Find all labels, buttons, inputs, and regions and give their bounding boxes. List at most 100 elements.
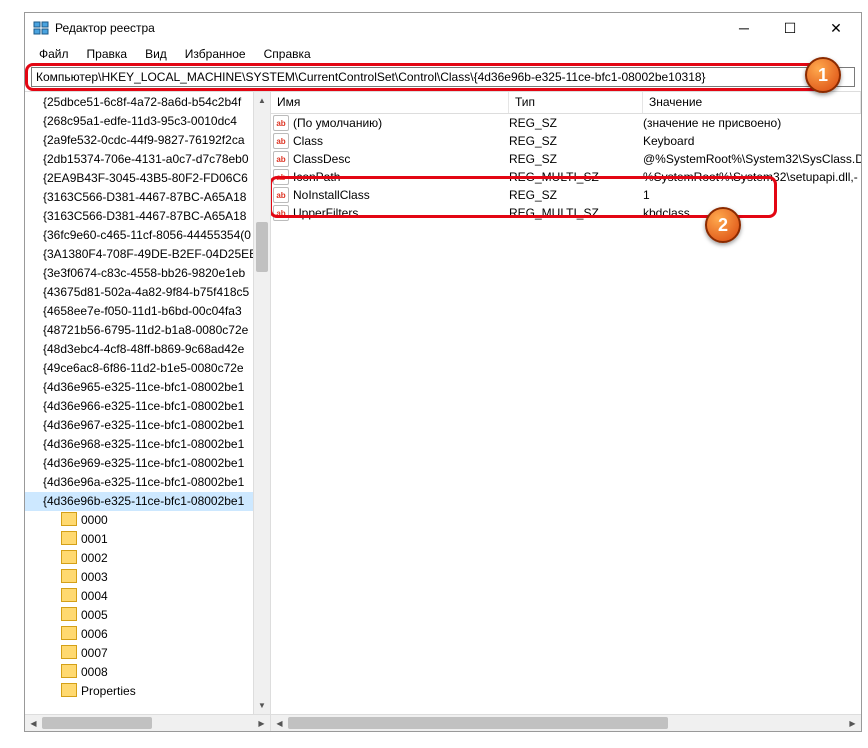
value-row[interactable]: ab Class REG_SZKeyboard [271,132,861,150]
scroll-up-icon[interactable]: ▲ [254,92,270,109]
tree-vscrollbar[interactable]: ▲ ▼ [253,92,270,714]
tree-item[interactable]: {4d36e96a-e325-11ce-bfc1-08002be1 [25,473,253,492]
value-type: REG_MULTI_SZ [509,206,643,220]
tree-item[interactable]: {2db15374-706e-4131-a0c7-d7c78eb0 [25,150,253,169]
value-type: REG_SZ [509,152,643,166]
tree-subfolder[interactable]: 0005 [25,606,253,625]
value-name: IconPath [293,170,340,184]
tree-item[interactable]: {25dbce51-6c8f-4a72-8a6d-b54c2b4f [25,93,253,112]
tree-list[interactable]: {25dbce51-6c8f-4a72-8a6d-b54c2b4f{268c95… [25,92,253,714]
value-type: REG_SZ [509,134,643,148]
tree-item[interactable]: {4d36e968-e325-11ce-bfc1-08002be1 [25,435,253,454]
maximize-button[interactable]: ☐ [767,14,813,42]
tree-hscroll-thumb[interactable] [42,717,152,729]
callout-2: 2 [705,207,741,243]
value-data: @%SystemRoot%\System32\SysClass.Dl [643,152,861,166]
window-title: Редактор реестра [55,21,721,35]
value-data: (значение не присвоено) [643,116,861,130]
tree-subfolder[interactable]: 0007 [25,644,253,663]
tree-item[interactable]: {3e3f0674-c83c-4558-bb26-9820e1eb [25,264,253,283]
tree-item[interactable]: {48721b56-6795-11d2-b1a8-0080c72e [25,321,253,340]
tree-item[interactable]: {4d36e966-e325-11ce-bfc1-08002be1 [25,397,253,416]
tree-item[interactable]: {4d36e96b-e325-11ce-bfc1-08002be1 [25,492,253,511]
value-name: (По умолчанию) [293,116,382,130]
values-panel: Имя Тип Значение ab(По умолчанию)REG_SZ(… [271,92,861,731]
tree-item[interactable]: {3163C566-D381-4467-87BC-A65A18 [25,188,253,207]
value-data: Keyboard [643,134,861,148]
addressbar-container [25,65,861,91]
tree-item[interactable]: {36fc9e60-c465-11cf-8056-44455354(0 [25,226,253,245]
values-header: Имя Тип Значение [271,92,861,114]
value-type: REG_MULTI_SZ [509,170,643,184]
tree-item[interactable]: {4d36e967-e325-11ce-bfc1-08002be1 [25,416,253,435]
value-name: Class [293,134,323,148]
tree-hscrollbar[interactable]: ◀ ▶ [25,714,270,731]
values-body[interactable]: ab(По умолчанию)REG_SZ(значение не присв… [271,114,861,714]
scroll-down-icon[interactable]: ▼ [254,697,270,714]
value-type: REG_SZ [509,116,643,130]
col-head-data[interactable]: Значение [643,92,861,113]
tree-vscroll-thumb[interactable] [256,222,268,272]
value-row[interactable]: ab (По умолчанию) REG_SZ(значение не присв… [271,114,861,132]
window-controls: ─ ☐ ✕ [721,14,859,42]
reg-string-icon: ab [273,115,289,131]
scroll-right-icon[interactable]: ▶ [844,715,861,731]
tree-item[interactable]: {4d36e969-e325-11ce-bfc1-08002be1 [25,454,253,473]
value-data: %SystemRoot%\System32\setupapi.dll,- [643,170,861,184]
menu-favorites[interactable]: Избранное [177,45,254,63]
callout-1: 1 [805,57,841,93]
titlebar: Редактор реестра ─ ☐ ✕ [25,13,861,43]
reg-string-icon: ab [273,187,289,203]
tree-item[interactable]: {268c95a1-edfe-11d3-95c3-0010dc4 [25,112,253,131]
menu-view[interactable]: Вид [137,45,175,63]
tree-item[interactable]: {3163C566-D381-4467-87BC-A65A18 [25,207,253,226]
col-head-type[interactable]: Тип [509,92,643,113]
tree-subfolder[interactable]: 0006 [25,625,253,644]
tree-subfolder[interactable]: 0003 [25,568,253,587]
reg-string-icon: ab [273,205,289,221]
tree-item[interactable]: {4d36e965-e325-11ce-bfc1-08002be1 [25,378,253,397]
menu-edit[interactable]: Правка [79,45,136,63]
value-row[interactable]: ab UpperFilters REG_MULTI_SZkbdclass [271,204,861,222]
menu-file[interactable]: Файл [31,45,77,63]
scroll-right-icon[interactable]: ▶ [253,715,270,731]
tree-item[interactable]: {2a9fe532-0cdc-44f9-9827-76192f2ca [25,131,253,150]
content-area: {25dbce51-6c8f-4a72-8a6d-b54c2b4f{268c95… [25,91,861,731]
col-head-name[interactable]: Имя [271,92,509,113]
value-row[interactable]: ab ClassDesc REG_SZ@%SystemRoot%\System32\… [271,150,861,168]
scroll-left-icon[interactable]: ◀ [25,715,42,731]
tree-item[interactable]: {48d3ebc4-4cf8-48ff-b869-9c68ad42e [25,340,253,359]
tree-subfolder[interactable]: Properties [25,682,253,701]
tree-item[interactable]: {49ce6ac8-6f86-11d2-b1e5-0080c72e [25,359,253,378]
value-name: ClassDesc [293,152,350,166]
scroll-left-icon[interactable]: ◀ [271,715,288,731]
value-type: REG_SZ [509,188,643,202]
tree-subfolder[interactable]: 0004 [25,587,253,606]
values-hscrollbar[interactable]: ◀ ▶ [271,714,861,731]
registry-editor-window: Редактор реестра ─ ☐ ✕ Файл Правка Вид И… [24,12,862,732]
value-row[interactable]: ab NoInstallClass REG_SZ1 [271,186,861,204]
reg-string-icon: ab [273,169,289,185]
tree-subfolder[interactable]: 0001 [25,530,253,549]
minimize-button[interactable]: ─ [721,14,767,42]
menubar: Файл Правка Вид Избранное Справка [25,43,861,65]
tree-subfolder[interactable]: 0000 [25,511,253,530]
value-data: 1 [643,188,861,202]
reg-string-icon: ab [273,151,289,167]
tree-item[interactable]: {2EA9B43F-3045-43B5-80F2-FD06C6 [25,169,253,188]
values-hscroll-thumb[interactable] [288,717,668,729]
value-name: UpperFilters [293,206,358,220]
regedit-icon [33,20,49,36]
tree-subfolder[interactable]: 0002 [25,549,253,568]
tree-item[interactable]: {4658ee7e-f050-11d1-b6bd-00c04fa3 [25,302,253,321]
value-name: NoInstallClass [293,188,370,202]
tree-subfolder[interactable]: 0008 [25,663,253,682]
tree-item[interactable]: {43675d81-502a-4a82-9f84-b75f418c5 [25,283,253,302]
tree-item[interactable]: {3A1380F4-708F-49DE-B2EF-04D25EB [25,245,253,264]
value-data: kbdclass [643,206,861,220]
value-row[interactable]: ab IconPath REG_MULTI_SZ%SystemRoot%\Syste… [271,168,861,186]
close-button[interactable]: ✕ [813,14,859,42]
menu-help[interactable]: Справка [256,45,319,63]
address-input[interactable] [31,67,855,87]
reg-string-icon: ab [273,133,289,149]
